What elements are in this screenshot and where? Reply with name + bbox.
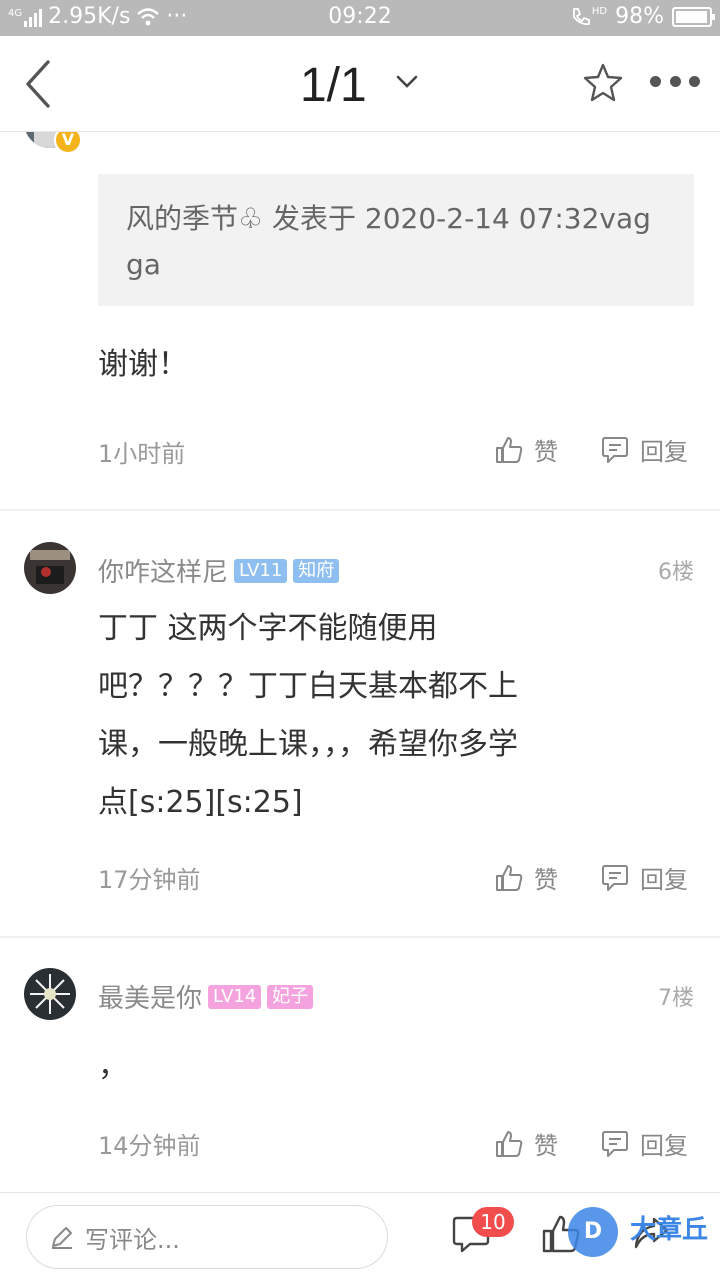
title-badge: 妃子 [267, 984, 314, 1009]
floor-number: 6楼 [658, 560, 694, 585]
like-button[interactable]: 赞 [494, 1126, 558, 1161]
watermark-text: 大章丘 [630, 1215, 709, 1245]
status-right: HD 98% [570, 4, 715, 29]
reply-bubble-icon [602, 436, 628, 463]
title-badge: 知府 [293, 558, 340, 583]
reply-bubble-icon [602, 1130, 628, 1157]
watermark-mark: D [568, 1207, 618, 1257]
like-button[interactable]: 赞 [494, 432, 558, 467]
comment-line: 吧？？？？丁丁白天基本都不上 [98, 669, 518, 704]
comment-line: 点[s:25][s:25] [98, 785, 303, 820]
hd-call-icon: HD [570, 6, 607, 28]
comment-text: 丁丁 这两个字不能随便用 吧？？？？丁丁白天基本都不上 课，一般晚上课，，，希望… [98, 600, 518, 832]
watermark-logo: D 大章丘 [568, 1201, 716, 1257]
post-author[interactable]: 你咋这样尼 LV11 知府 [98, 552, 340, 589]
chevron-down-icon [396, 76, 418, 89]
like-label: 赞 [534, 1132, 558, 1160]
post-author[interactable]: 最美是你 LV14 妃子 [98, 978, 314, 1015]
comment-input[interactable]: 写评论... [26, 1205, 388, 1269]
nav-bar: 1/1 [0, 36, 720, 132]
comment-count-badge: 10 [472, 1207, 514, 1237]
battery-icon [672, 6, 715, 27]
page-indicator: 1/1 [299, 59, 367, 112]
quoted-reply: 风的季节♧ 发表于 2020-2-14 07:32vagga [98, 174, 694, 306]
thumbs-up-icon [496, 1130, 523, 1157]
pencil-icon [52, 1227, 72, 1249]
reply-label: 回复 [640, 866, 688, 894]
like-label: 赞 [534, 438, 558, 466]
reply-button[interactable]: 回复 [600, 432, 688, 467]
comment-line: 课，一般晚上课，，，希望你多学 [98, 727, 518, 762]
comment-list[interactable]: V 风的季节♧ 发表于 2020-2-14 07:32vagga 谢谢！ 1小时… [0, 132, 720, 1192]
reply-button[interactable]: 回复 [600, 860, 688, 895]
bottom-bar: 写评论... 10 D 大章丘 [0, 1192, 720, 1280]
comment-time: 1小时前 [98, 440, 186, 468]
comment-time: 14分钟前 [98, 1132, 201, 1160]
favorite-star-icon[interactable] [582, 62, 624, 104]
comment-text: 谢谢！ [98, 347, 188, 382]
comment-placeholder: 写评论... [85, 1225, 180, 1254]
level-badge: LV11 [234, 558, 288, 583]
level-badge: LV14 [208, 984, 262, 1009]
vip-badge: V [54, 132, 82, 154]
reply-label: 回复 [640, 438, 688, 466]
comment-text: ， [98, 1038, 128, 1096]
avatar[interactable] [24, 968, 76, 1020]
avatar[interactable] [24, 542, 76, 594]
like-label: 赞 [534, 866, 558, 894]
reply-bubble-icon [602, 864, 628, 891]
like-button[interactable]: 赞 [494, 860, 558, 895]
username[interactable]: 你咋这样尼 [98, 552, 228, 589]
comment-time: 17分钟前 [98, 866, 201, 894]
comment-line: 丁丁 这两个字不能随便用 [98, 611, 438, 646]
divider [0, 509, 720, 511]
divider [0, 936, 720, 938]
floor-number: 7楼 [658, 986, 694, 1011]
username[interactable]: 最美是你 [98, 978, 202, 1015]
reply-button[interactable]: 回复 [600, 1126, 688, 1161]
hd-label: HD [591, 5, 608, 17]
battery-percent: 98% [615, 4, 664, 29]
comment-line: ， [98, 1049, 128, 1084]
status-bar: 4G 2.95K/s ··· 09:22 HD 98% [0, 0, 720, 36]
thumbs-up-icon [496, 864, 523, 891]
more-options-icon[interactable] [650, 76, 700, 88]
reply-label: 回复 [640, 1132, 688, 1160]
thumbs-up-icon [496, 436, 523, 463]
